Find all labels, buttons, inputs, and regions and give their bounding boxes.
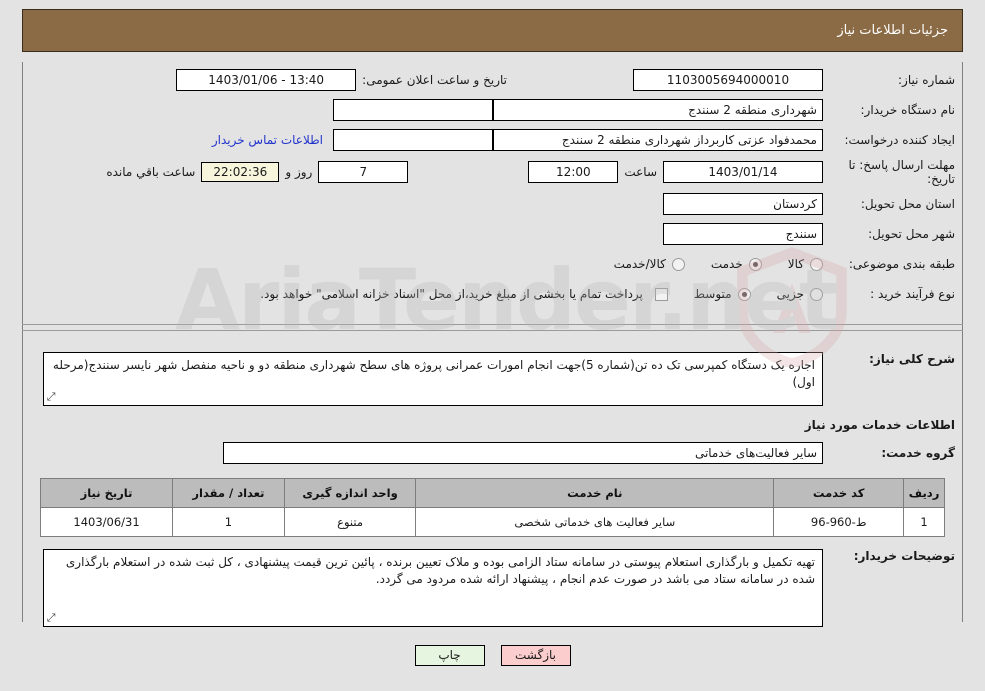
th-name: نام خدمت — [415, 478, 775, 508]
row-buyer-notes: توضیحات خریدار: تهیه تکمیل و بارگذاری اس… — [30, 549, 955, 627]
deadline-time-field[interactable]: 12:00 — [528, 161, 619, 183]
th-unit: واحد اندازه گیری — [283, 478, 417, 508]
radio-jozei-icon[interactable] — [810, 287, 823, 301]
row-need-number: شماره نیاز: 1103005694000010 تاریخ و ساع… — [30, 68, 955, 92]
creator-field[interactable]: محمدفواد عزتی کاربرداز شهرداری منطقه 2 س… — [493, 129, 823, 151]
treasury-docs-label: پرداخت تمام یا بخشی از مبلغ خرید،از محل … — [260, 287, 643, 301]
row-description: شرح کلی نیاز: اجاره یک دستگاه کمپرسی تک … — [30, 352, 955, 406]
province-label: استان محل تحویل: — [860, 196, 955, 211]
creator-extra-field[interactable] — [333, 129, 493, 151]
row-buyer-org: نام دستگاه خریدار: شهرداری منطقه 2 سنندج — [30, 98, 955, 122]
category-label: طبقه بندی موضوعی: — [848, 256, 955, 271]
row-service-group: گروه خدمت: سایر فعالیت‌های خدماتی — [30, 442, 955, 464]
cell-name: سایر فعالیت های خدماتی شخصی — [415, 507, 775, 537]
page-root: جزئیات اطلاعات نیاز AriaTender.net شماره… — [0, 0, 985, 691]
radio-kala-icon[interactable] — [810, 257, 823, 271]
cell-index: 1 — [903, 507, 945, 537]
th-date: تاریخ نیاز — [39, 478, 174, 508]
category-option-kala[interactable]: کالا — [788, 257, 823, 271]
deadline-time-label: ساعت — [624, 165, 657, 179]
city-label: شهر محل تحویل: — [868, 226, 955, 241]
buyer-notes-textarea[interactable]: تهیه تکمیل و بارگذاری استعلام پیوستی در … — [43, 549, 823, 627]
deadline-date-field[interactable]: 1403/01/14 — [663, 161, 823, 183]
section-divider-bottom — [22, 330, 963, 331]
purchase-type-option-label-1: متوسط — [693, 287, 732, 301]
cell-code: ط-960-96 — [773, 507, 905, 537]
cell-date: 1403/06/31 — [39, 507, 174, 537]
province-field[interactable]: کردستان — [663, 193, 823, 215]
row-province: استان محل تحویل: کردستان — [30, 192, 955, 216]
buyer-org-label: نام دستگاه خریدار: — [860, 102, 956, 117]
extra-empty-field[interactable] — [333, 99, 493, 121]
cell-unit: متنوع — [283, 507, 417, 537]
radio-motevaset-icon[interactable] — [737, 287, 751, 301]
service-group-label: گروه خدمت: — [881, 446, 955, 460]
table-row: 1 ط-960-96 سایر فعالیت های خدماتی شخصی م… — [39, 507, 945, 537]
category-option-label-1: خدمت — [710, 257, 743, 271]
th-code: کد خدمت — [773, 478, 905, 508]
remaining-days-field[interactable]: 7 — [318, 161, 409, 183]
treasury-docs-checkbox[interactable] — [654, 287, 668, 301]
row-category: طبقه بندی موضوعی: کالا خدمت کالا/خدمت — [30, 252, 955, 276]
need-number-field[interactable]: 1103005694000010 — [633, 69, 823, 91]
category-option-label-2: کالا/خدمت — [613, 257, 666, 271]
purchase-type-option-label-0: جزیی — [776, 287, 804, 301]
deadline-label: مهلت ارسال پاسخ: تا تاریخ: — [848, 158, 955, 186]
category-option-khedmat[interactable]: خدمت — [711, 257, 762, 271]
cell-quantity: 1 — [172, 507, 285, 537]
description-label: شرح کلی نیاز: — [869, 352, 955, 366]
page-header: جزئیات اطلاعات نیاز — [22, 9, 963, 52]
creator-label: ایجاد کننده درخواست: — [844, 132, 955, 147]
description-section: شرح کلی نیاز: اجاره یک دستگاه کمپرسی تک … — [30, 342, 955, 627]
buyer-contact-link[interactable]: اطلاعات تماس خریدار — [212, 133, 323, 147]
table-header-row: ردیف کد خدمت نام خدمت واحد اندازه گیری ت… — [39, 478, 945, 508]
need-details-form: شماره نیاز: 1103005694000010 تاریخ و ساع… — [30, 68, 955, 312]
description-textarea[interactable]: اجاره یک دستگاه کمپرسی تک ده تن(شماره 5)… — [43, 352, 823, 406]
row-purchase-type: نوع فرآیند خرید : جزیی متوسط پرداخت تمام… — [30, 282, 955, 306]
row-creator: ایجاد کننده درخواست: محمدفواد عزتی کاربر… — [30, 128, 955, 152]
purchase-type-label: نوع فرآیند خرید : — [870, 286, 955, 301]
purchase-type-option-jozei[interactable]: جزیی — [777, 287, 823, 301]
services-section-heading: اطلاعات خدمات مورد نیاز — [804, 418, 955, 432]
back-button[interactable]: بازگشت — [500, 645, 571, 666]
page-title: جزئیات اطلاعات نیاز — [837, 23, 948, 38]
th-quantity: تعداد / مقدار — [172, 478, 285, 508]
category-option-kala-khedmat[interactable]: کالا/خدمت — [614, 257, 685, 271]
purchase-type-option-motevaset[interactable]: متوسط — [694, 287, 751, 301]
radio-khedmat-icon[interactable] — [748, 257, 762, 271]
row-city: شهر محل تحویل: سنندج — [30, 222, 955, 246]
radio-kala-khedmat-icon[interactable] — [671, 257, 685, 271]
services-table-wrapper: ردیف کد خدمت نام خدمت واحد اندازه گیری ت… — [30, 478, 955, 537]
buyer-notes-label: توضیحات خریدار: — [853, 549, 955, 563]
print-button[interactable]: چاپ — [414, 645, 485, 666]
service-group-field[interactable]: سایر فعالیت‌های خدماتی — [223, 442, 823, 464]
th-index: ردیف — [903, 478, 945, 508]
buyer-org-field[interactable]: شهرداری منطقه 2 سنندج — [493, 99, 823, 121]
services-table: ردیف کد خدمت نام خدمت واحد اندازه گیری ت… — [39, 478, 945, 537]
section-divider-top — [22, 324, 963, 325]
row-deadline: مهلت ارسال پاسخ: تا تاریخ: 1403/01/14 سا… — [30, 158, 955, 186]
announce-datetime-field[interactable]: 13:40 - 1403/01/06 — [176, 69, 357, 91]
city-field[interactable]: سنندج — [663, 223, 823, 245]
countdown-timer: 22:02:36 — [201, 162, 280, 182]
countdown-label: ساعت باقي مانده — [106, 165, 196, 179]
remaining-days-label: روز و — [285, 165, 313, 179]
action-buttons: بازگشت چاپ — [0, 645, 985, 666]
need-number-label: شماره نیاز: — [898, 72, 955, 87]
category-option-label-0: کالا — [787, 257, 804, 271]
treasury-docs-checkbox-group[interactable]: پرداخت تمام یا بخشی از مبلغ خرید،از محل … — [260, 287, 668, 301]
announce-label: تاریخ و ساعت اعلان عمومی: — [362, 73, 507, 87]
